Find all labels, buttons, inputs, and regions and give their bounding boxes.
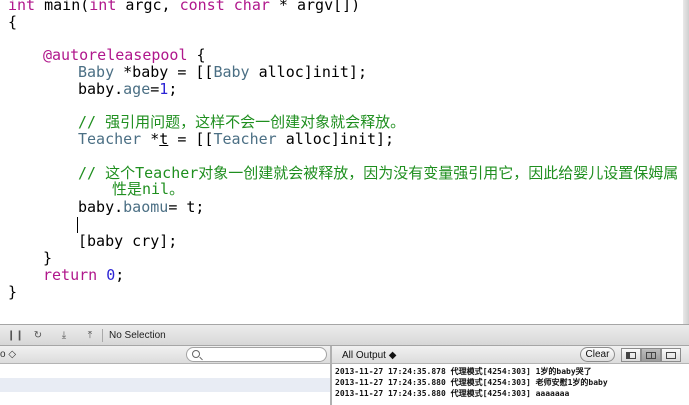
variables-search-field[interactable] <box>186 347 327 362</box>
code-editor[interactable]: int main(int argc, const char * argv[]) … <box>0 0 689 324</box>
console-output[interactable]: 2013-11-27 17:24:35.878 代理模式[4254:303] 1… <box>332 364 689 405</box>
step-over-icon[interactable]: ⤓ <box>57 329 71 342</box>
variables-view-icon <box>626 352 636 359</box>
output-filter-select[interactable]: All Output ◆ <box>342 349 396 362</box>
console-line: 2013-11-27 17:24:35.878 代理模式[4254:303] 1… <box>335 367 592 376</box>
pause-icon[interactable]: ❙❙ <box>7 329 24 342</box>
console-line: 2013-11-27 17:24:35.880 代理模式[4254:303] 老… <box>335 378 608 387</box>
console-line: 2013-11-27 17:24:35.880 代理模式[4254:303] a… <box>335 389 570 398</box>
code-line-baby-cry: [baby cry]; <box>78 232 178 250</box>
editor-scrollbar[interactable] <box>683 0 689 324</box>
code-line-main: int main(int argc, const char * argv[]) <box>8 0 361 14</box>
code-line-baby-baomu: baby.baomu= t; <box>78 198 205 216</box>
split-view-icon <box>646 352 656 359</box>
debug-bar: ❙❙ ↻ ⤓ ⤒ No Selection <box>0 324 689 346</box>
selection-label: No Selection <box>109 330 166 341</box>
clear-console-button[interactable]: Clear <box>580 347 615 362</box>
code-line-return: return 0; <box>43 266 125 284</box>
debug-bar-divider <box>102 329 103 342</box>
console-view-icon <box>666 352 676 359</box>
code-line-close-main: } <box>8 283 18 301</box>
search-icon <box>192 350 200 358</box>
code-line-open-brace: { <box>8 13 18 31</box>
code-line-teacher-alloc: Teacher *t = [[Teacher alloc]init]; <box>78 130 395 148</box>
continue-icon[interactable]: ↻ <box>31 329 45 342</box>
show-variables-toggle[interactable] <box>621 348 641 362</box>
step-into-icon[interactable]: ⤒ <box>83 329 97 342</box>
debug-area-header: o ◇ All Output ◆ Clear <box>0 346 689 364</box>
variables-row-stripe <box>0 378 330 392</box>
variables-view[interactable] <box>0 364 330 405</box>
code-line-baby-age: baby.age=1; <box>78 80 178 98</box>
show-both-toggle[interactable] <box>641 348 661 362</box>
variables-scope-select[interactable]: o ◇ <box>0 348 16 361</box>
show-console-toggle[interactable] <box>661 348 681 362</box>
